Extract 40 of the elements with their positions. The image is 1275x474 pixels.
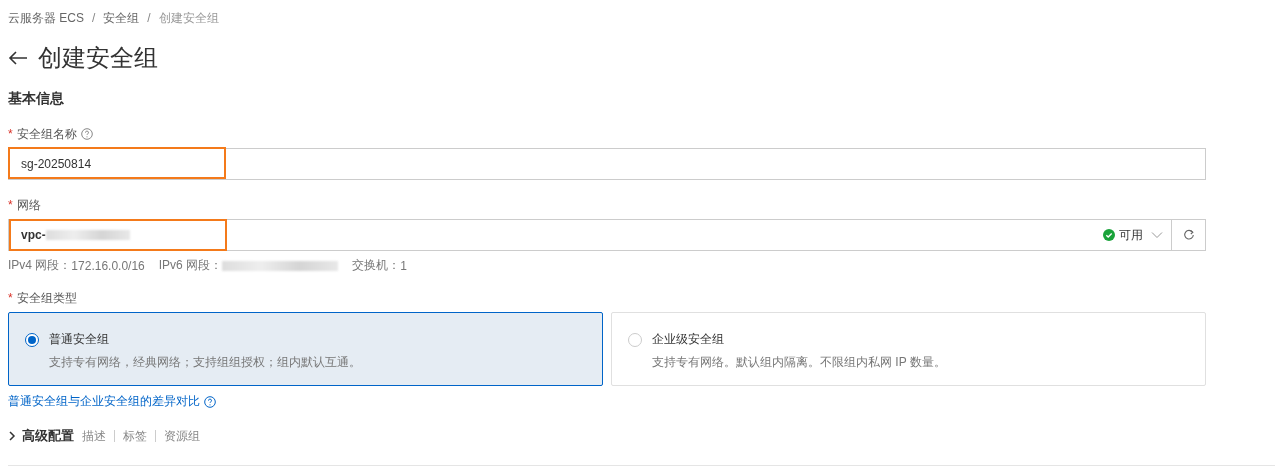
status-text: 可用 (1119, 226, 1143, 244)
chevron-right-icon (8, 431, 16, 441)
field-label: 安全组名称 (16, 125, 77, 143)
advanced-toggle[interactable]: 高级配置 (8, 427, 74, 445)
network-select[interactable]: vpc- 可用 (8, 219, 1206, 251)
advanced-item: 资源组 (164, 427, 200, 445)
required-mark: * (8, 291, 13, 305)
info-label: IPv4 网段： (8, 257, 72, 274)
help-icon[interactable] (204, 395, 216, 408)
option-title: 企业级安全组 (652, 331, 725, 348)
compare-link[interactable]: 普通安全组与企业安全组的差异对比 (8, 393, 200, 410)
refresh-icon (1182, 229, 1195, 241)
check-circle-icon (1103, 229, 1115, 241)
field-label: 网络 (16, 196, 41, 214)
info-value: 172.16.0.0/16 (71, 258, 145, 273)
breadcrumb-item[interactable]: 安全组 (103, 9, 140, 27)
option-description: 支持专有网络，经典网络；支持组组授权；组内默认互通。 (49, 354, 361, 371)
required-mark: * (8, 127, 13, 141)
chevron-down-icon (1151, 231, 1163, 239)
radio-button[interactable] (25, 333, 39, 347)
info-label: 交换机： (352, 257, 401, 274)
option-card[interactable]: 普通安全组 支持专有网络，经典网络；支持组组授权；组内默认互通。 (8, 312, 603, 386)
breadcrumb-item: 创建安全组 (158, 9, 219, 27)
required-mark: * (8, 198, 13, 212)
back-arrow-icon[interactable] (8, 50, 28, 66)
field-label: 安全组类型 (16, 289, 77, 307)
advanced-item: 标签 (123, 427, 147, 445)
help-icon[interactable] (80, 128, 93, 140)
info-value: 1 (400, 258, 407, 273)
page-title: 创建安全组 (38, 43, 158, 73)
option-description: 支持专有网络。默认组内隔离。不限组内私网 IP 数量。 (652, 354, 946, 371)
name-input-field[interactable]: sg-20250814 (8, 148, 1206, 180)
option-title: 普通安全组 (49, 331, 110, 348)
info-label: IPv6 网段： (158, 257, 223, 274)
section-title: 基本信息 (8, 90, 65, 108)
advanced-item: 描述 (82, 427, 106, 445)
breadcrumb-separator: / (147, 11, 151, 25)
breadcrumb-item[interactable]: 云服务器 ECS (8, 9, 84, 27)
breadcrumb-separator: / (92, 11, 96, 25)
option-card[interactable]: 企业级安全组 支持专有网络。默认组内隔离。不限组内私网 IP 数量。 (611, 312, 1206, 386)
